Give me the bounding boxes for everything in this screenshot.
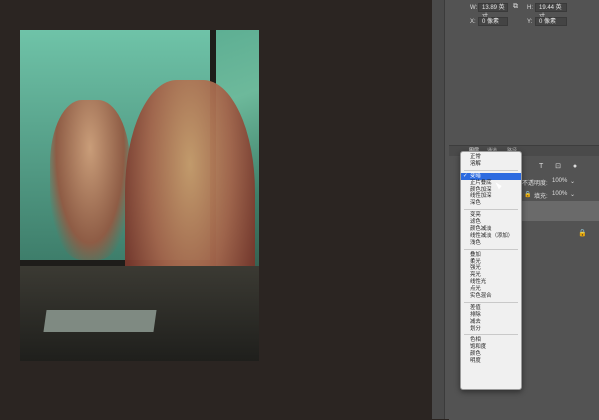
fill-value[interactable]: 100% bbox=[552, 191, 567, 197]
menu-item-hard-mix[interactable]: 实色混合 bbox=[461, 293, 521, 300]
menu-item-linear-dodge[interactable]: 线性减淡（添加） bbox=[461, 233, 521, 240]
y-field[interactable]: 0 像素 bbox=[535, 17, 567, 26]
y-label: Y: bbox=[527, 19, 533, 25]
layer-filter-icons[interactable]: T ⊡ ● bbox=[539, 162, 582, 170]
menu-item-subtract[interactable]: 减去 bbox=[461, 319, 521, 326]
blend-mode-menu[interactable]: 正常 溶解 ✓ 变暗 正片叠底 颜色加深 线性加深 深色 变亮 滤色 颜色减淡 线… bbox=[460, 151, 522, 390]
menu-item-darken[interactable]: ✓ 变暗 bbox=[461, 172, 521, 180]
width-field[interactable]: 13.89 英寸 bbox=[478, 3, 508, 20]
menu-separator bbox=[464, 248, 518, 250]
panel-collapse-strip[interactable] bbox=[432, 0, 444, 419]
menu-item-multiply[interactable]: 正片叠底 bbox=[461, 180, 521, 187]
menu-item-exclusion[interactable]: 排除 bbox=[461, 312, 521, 319]
tray-shape bbox=[43, 310, 157, 332]
menu-item-normal[interactable]: 正常 bbox=[461, 154, 521, 161]
height-field[interactable]: 19.44 英寸 bbox=[535, 3, 567, 20]
menu-separator bbox=[464, 169, 518, 171]
menu-separator bbox=[464, 209, 518, 211]
menu-item-screen[interactable]: 滤色 bbox=[461, 219, 521, 226]
menu-item-luminosity[interactable]: 明度 bbox=[461, 358, 521, 365]
panel-divider bbox=[444, 0, 445, 419]
opacity-chevron-icon[interactable]: ⌄ bbox=[570, 178, 575, 185]
fill-chevron-icon[interactable]: ⌄ bbox=[570, 191, 575, 198]
checkmark-icon: ✓ bbox=[463, 172, 468, 179]
menu-separator bbox=[464, 334, 518, 336]
height-label: H: bbox=[527, 5, 533, 11]
canvas-workspace bbox=[0, 0, 432, 419]
fill-label: 填充: bbox=[534, 194, 548, 200]
document-image[interactable] bbox=[20, 30, 259, 361]
menu-item-pin-light[interactable]: 点光 bbox=[461, 286, 521, 293]
width-label: W: bbox=[470, 5, 478, 11]
menu-item-darker-color[interactable]: 深色 bbox=[461, 200, 521, 207]
selected-layer-row[interactable] bbox=[522, 201, 599, 221]
menu-item-label: 变暗 bbox=[470, 172, 481, 179]
menu-item-color-dodge[interactable]: 颜色减淡 bbox=[461, 226, 521, 233]
link-icon[interactable]: ⧉ bbox=[513, 3, 518, 11]
menu-separator bbox=[464, 301, 518, 303]
menu-item-dissolve[interactable]: 溶解 bbox=[461, 161, 521, 168]
opacity-label: 不透明度: bbox=[522, 181, 548, 187]
menu-item-lighter-color[interactable]: 浅色 bbox=[461, 240, 521, 247]
x-label: X: bbox=[470, 19, 476, 25]
opacity-value[interactable]: 100% bbox=[552, 178, 567, 184]
menu-item-overlay[interactable]: 叠加 bbox=[461, 252, 521, 259]
menu-item-difference[interactable]: 差值 bbox=[461, 305, 521, 312]
lock-icon: 🔒 bbox=[578, 230, 587, 237]
lock-all-icon[interactable]: 🔒 bbox=[524, 191, 531, 198]
x-field[interactable]: 0 像素 bbox=[478, 17, 508, 26]
menu-item-divide[interactable]: 划分 bbox=[461, 326, 521, 333]
reflection-shape bbox=[50, 100, 130, 260]
